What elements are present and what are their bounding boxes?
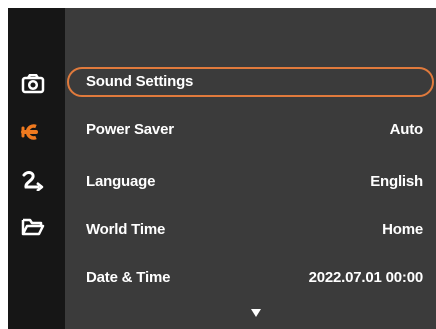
menu-item-value: 2022.07.01 00:00 xyxy=(308,269,424,286)
camera-icon[interactable] xyxy=(20,71,46,97)
menu-item-label: Power Saver xyxy=(86,121,174,138)
menu-item-label: Sound Settings xyxy=(86,73,194,90)
menu-item-label: Date & Time xyxy=(86,269,171,286)
menu-item-value: Auto xyxy=(389,121,424,138)
menu-item-power-saver[interactable]: Power Saver Auto xyxy=(65,115,436,145)
menu-item-value: Home xyxy=(382,221,423,238)
camera-menu-screen: Sound Settings Power Saver Auto Language… xyxy=(8,8,436,329)
folder-icon[interactable] xyxy=(20,214,46,240)
down-arrow-icon[interactable] xyxy=(250,308,262,318)
menu-item-sound-settings[interactable]: Sound Settings xyxy=(67,67,434,97)
settings-menu-list: Sound Settings Power Saver Auto Language… xyxy=(65,8,436,329)
menu-item-language[interactable]: Language English xyxy=(65,167,436,197)
wrench-icon[interactable] xyxy=(20,119,46,145)
menu-item-value: English xyxy=(370,173,423,190)
menu-item-date-time[interactable]: Date & Time 2022.07.01 00:00 xyxy=(65,263,436,293)
menu-item-world-time[interactable]: World Time Home xyxy=(65,215,436,245)
menu-item-label: World Time xyxy=(86,221,166,238)
menu-category-sidebar xyxy=(8,8,65,329)
menu-item-label: Language xyxy=(86,173,156,190)
playback-icon[interactable] xyxy=(20,168,46,194)
